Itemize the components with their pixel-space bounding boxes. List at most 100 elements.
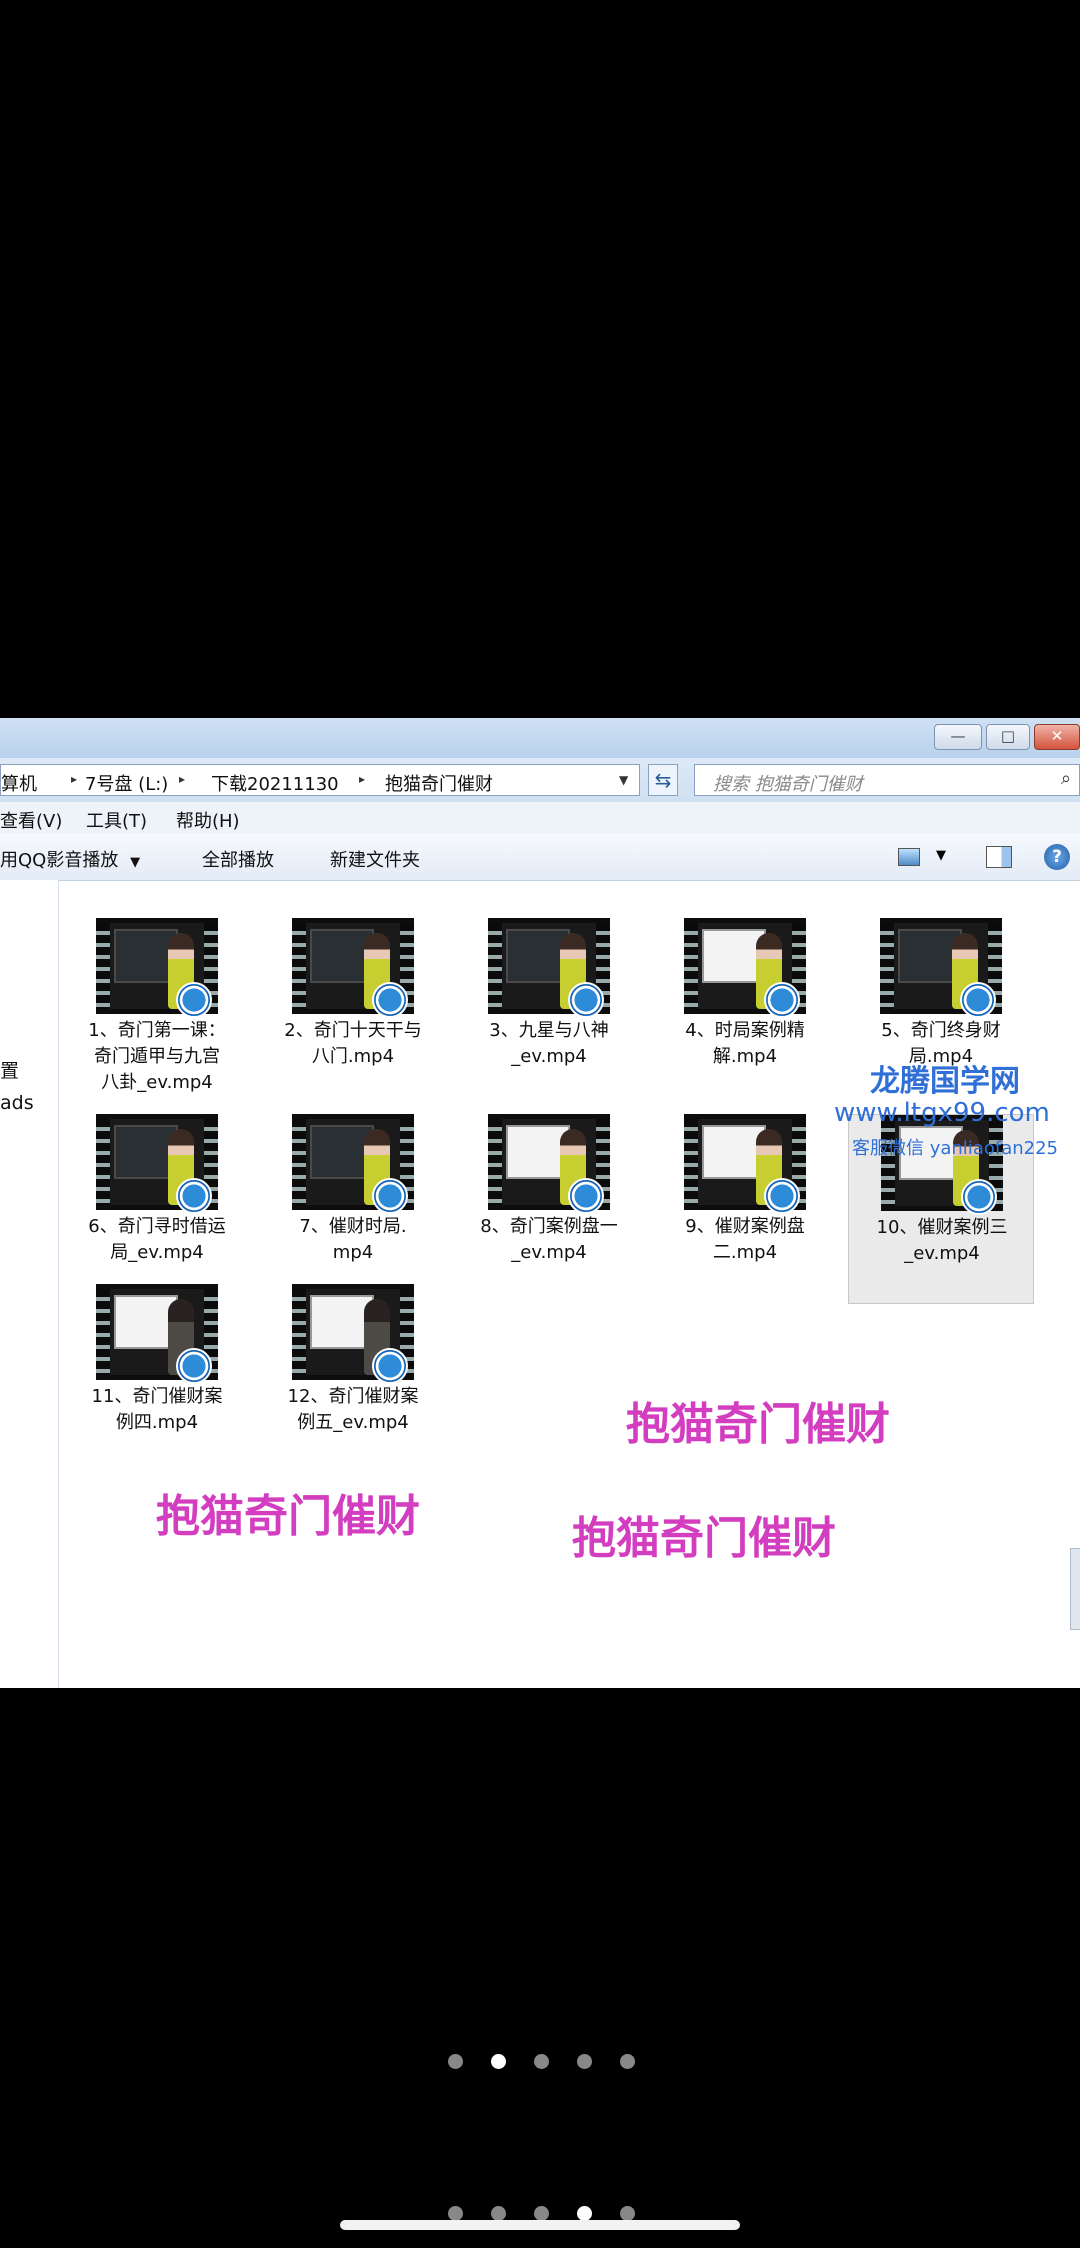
- qq-player-icon: [764, 1178, 800, 1214]
- film-strip-edge: [96, 923, 110, 1009]
- preview-pane-icon[interactable]: [986, 846, 1012, 868]
- file-name-line: 1、奇门第一课：: [88, 1020, 226, 1041]
- page-indicator: [0, 2052, 1080, 2072]
- page-dot[interactable]: [577, 2054, 592, 2069]
- breadcrumb-separator-icon[interactable]: ▸: [179, 772, 185, 786]
- file-name[interactable]: 2、奇门十天干与 八门.mp4: [260, 1018, 446, 1070]
- watermark-site-name: 龙腾国学网: [870, 1064, 1020, 1099]
- search-icon[interactable]: ⌕: [1061, 768, 1071, 789]
- qq-player-icon: [372, 1178, 408, 1214]
- file-name-line: 11、奇门催财案: [91, 1386, 223, 1407]
- film-strip-edge: [881, 1120, 895, 1206]
- file-name-line: 10、催财案例三: [876, 1217, 1008, 1238]
- file-item[interactable]: 7、催财时局. mp4: [260, 1114, 446, 1304]
- film-strip-edge: [292, 1119, 306, 1205]
- breadcrumb-computer[interactable]: 算机: [1, 770, 37, 796]
- page-dot[interactable]: [491, 2206, 506, 2221]
- qq-player-icon: [568, 982, 604, 1018]
- file-item[interactable]: 3、九星与八神 _ev.mp4: [456, 918, 642, 1108]
- breadcrumb-separator-icon[interactable]: ▸: [71, 772, 77, 786]
- breadcrumb-current-folder[interactable]: 抱猫奇门催财: [385, 770, 493, 796]
- film-strip-edge: [292, 1289, 306, 1375]
- file-name[interactable]: 11、奇门催财案 例四.mp4: [64, 1384, 250, 1436]
- file-name-line: 7、催财时局.: [299, 1216, 407, 1237]
- file-name-line: 6、奇门寻时借运: [88, 1216, 226, 1237]
- page-dot[interactable]: [534, 2206, 549, 2221]
- menu-bar: 查看(V) 工具(T) 帮助(H): [0, 802, 1080, 834]
- qq-player-icon: [764, 982, 800, 1018]
- breadcrumb-download-folder[interactable]: 下载20211130: [211, 770, 339, 796]
- file-name[interactable]: 10、催财案例三 _ev.mp4: [849, 1215, 1035, 1267]
- file-item[interactable]: 4、时局案例精 解.mp4: [652, 918, 838, 1108]
- qq-player-icon: [176, 1178, 212, 1214]
- close-button[interactable]: ✕: [1034, 724, 1080, 750]
- file-item[interactable]: 11、奇门催财案 例四.mp4: [64, 1284, 250, 1474]
- play-all-button[interactable]: 全部播放: [202, 846, 274, 872]
- file-name[interactable]: 9、催财案例盘 二.mp4: [652, 1214, 838, 1266]
- file-item[interactable]: 9、催财案例盘 二.mp4: [652, 1114, 838, 1304]
- page-dot[interactable]: [534, 2054, 549, 2069]
- file-name-line: _ev.mp4: [904, 1243, 980, 1264]
- minimize-button[interactable]: —: [934, 724, 982, 750]
- file-name-line: 3、九星与八神: [489, 1020, 609, 1041]
- menu-help[interactable]: 帮助(H): [176, 807, 240, 833]
- file-name[interactable]: 6、奇门寻时借运 局_ev.mp4: [64, 1214, 250, 1266]
- page-dot[interactable]: [577, 2206, 592, 2221]
- file-name-line: _ev.mp4: [511, 1046, 587, 1067]
- file-item[interactable]: 8、奇门案例盘一 _ev.mp4: [456, 1114, 642, 1304]
- page-dot[interactable]: [448, 2206, 463, 2221]
- film-strip-edge: [96, 1119, 110, 1205]
- chevron-down-icon[interactable]: ▼: [619, 773, 628, 787]
- film-strip-edge: [292, 923, 306, 1009]
- file-name-line: 例五_ev.mp4: [297, 1412, 409, 1433]
- file-name[interactable]: 7、催财时局. mp4: [260, 1214, 446, 1266]
- refresh-button[interactable]: ⇆: [648, 764, 678, 796]
- file-name[interactable]: 8、奇门案例盘一 _ev.mp4: [456, 1214, 642, 1266]
- open-with-button[interactable]: 用QQ影音播放 ▼: [0, 846, 140, 872]
- chevron-down-icon: ▼: [130, 855, 141, 870]
- minimize-icon: —: [950, 727, 966, 745]
- file-name-line: 5、奇门终身财: [881, 1020, 1001, 1041]
- nav-item-downloads[interactable]: ads: [0, 1092, 34, 1114]
- file-item[interactable]: 6、奇门寻时借运 局_ev.mp4: [64, 1114, 250, 1304]
- page-dot[interactable]: [491, 2054, 506, 2069]
- help-icon[interactable]: ?: [1044, 844, 1070, 870]
- file-item[interactable]: 12、奇门催财案 例五_ev.mp4: [260, 1284, 446, 1474]
- file-item[interactable]: 2、奇门十天干与 八门.mp4: [260, 918, 446, 1108]
- nav-item-settings[interactable]: 置: [0, 1056, 19, 1083]
- change-view-icon[interactable]: [898, 848, 920, 866]
- file-name[interactable]: 12、奇门催财案 例五_ev.mp4: [260, 1384, 446, 1436]
- maximize-button[interactable]: □: [986, 724, 1030, 750]
- title-bar: — □ ✕: [0, 718, 1080, 758]
- watermark-contact: 客服微信 yanliaofan225: [852, 1138, 1058, 1159]
- menu-view[interactable]: 查看(V): [0, 807, 62, 833]
- file-name[interactable]: 3、九星与八神 _ev.mp4: [456, 1018, 642, 1070]
- qq-player-icon: [176, 982, 212, 1018]
- watermark-text: 抱猫奇门催财: [626, 1399, 890, 1450]
- address-bar[interactable]: 算机 ▸ 7号盘 (L:) ▸ 下载20211130 ▸ 抱猫奇门催财 ▼: [0, 764, 640, 796]
- file-name[interactable]: 1、奇门第一课： 奇门遁甲与九宫 八卦_ev.mp4: [64, 1018, 250, 1096]
- page-dot[interactable]: [620, 2054, 635, 2069]
- watermark-text: 抱猫奇门催财: [572, 1513, 836, 1564]
- chevron-down-icon[interactable]: ▼: [936, 848, 946, 863]
- file-name-line: 八门.mp4: [311, 1046, 395, 1067]
- watermark-site-url: www.ltgx99.com: [834, 1098, 1050, 1128]
- file-name-line: 二.mp4: [712, 1242, 778, 1263]
- file-name[interactable]: 4、时局案例精 解.mp4: [652, 1018, 838, 1070]
- page-dot[interactable]: [448, 2054, 463, 2069]
- new-folder-button[interactable]: 新建文件夹: [330, 846, 420, 872]
- page-dot[interactable]: [620, 2206, 635, 2221]
- file-name-line: 奇门遁甲与九宫: [94, 1046, 220, 1067]
- file-name-line: 八卦_ev.mp4: [101, 1072, 213, 1093]
- menu-tools[interactable]: 工具(T): [86, 807, 147, 833]
- search-input[interactable]: 搜索 抱猫奇门催财 ⌕: [694, 764, 1080, 796]
- breadcrumb-drive[interactable]: 7号盘 (L:): [85, 770, 168, 796]
- file-item[interactable]: 1、奇门第一课： 奇门遁甲与九宫 八卦_ev.mp4: [64, 918, 250, 1108]
- address-row: 算机 ▸ 7号盘 (L:) ▸ 下载20211130 ▸ 抱猫奇门催财 ▼ ⇆ …: [0, 758, 1080, 802]
- qq-player-icon: [176, 1348, 212, 1384]
- file-name-line: 局_ev.mp4: [110, 1242, 204, 1263]
- home-indicator[interactable]: [340, 2220, 740, 2230]
- file-name-line: _ev.mp4: [511, 1242, 587, 1263]
- breadcrumb-separator-icon[interactable]: ▸: [359, 772, 365, 786]
- vertical-scrollbar[interactable]: [1070, 1548, 1080, 1630]
